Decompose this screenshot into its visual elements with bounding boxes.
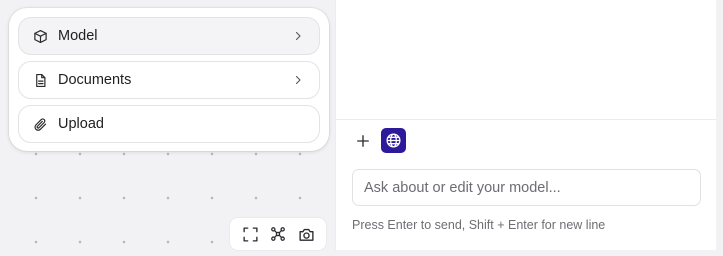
menu-card: Model Documents Upload <box>9 8 329 151</box>
divider <box>336 119 716 120</box>
menu-item-label: Model <box>58 28 98 44</box>
canvas-toolbar <box>230 218 326 250</box>
right-gutter <box>716 0 723 256</box>
chat-actions <box>353 128 406 153</box>
cube-icon <box>32 28 48 44</box>
menu-item-upload[interactable]: Upload <box>18 105 320 143</box>
camera-icon[interactable] <box>295 223 317 245</box>
globe-icon <box>386 133 401 148</box>
menu-item-model[interactable]: Model <box>18 17 320 55</box>
chevron-right-icon <box>291 29 305 43</box>
input-hint: Press Enter to send, Shift + Enter for n… <box>352 218 606 232</box>
fit-view-icon[interactable] <box>239 223 261 245</box>
chevron-right-icon <box>291 73 305 87</box>
plus-icon[interactable] <box>353 129 373 153</box>
menu-item-documents[interactable]: Documents <box>18 61 320 99</box>
globe-button[interactable] <box>381 128 406 153</box>
menu-item-label: Documents <box>58 72 132 88</box>
document-icon <box>32 72 48 88</box>
chat-panel: Press Enter to send, Shift + Enter for n… <box>335 0 716 250</box>
menu-item-label: Upload <box>58 116 104 132</box>
bottom-strip <box>335 250 716 256</box>
chat-input[interactable] <box>352 169 701 206</box>
graph-icon[interactable] <box>267 223 289 245</box>
paperclip-icon <box>32 116 48 132</box>
